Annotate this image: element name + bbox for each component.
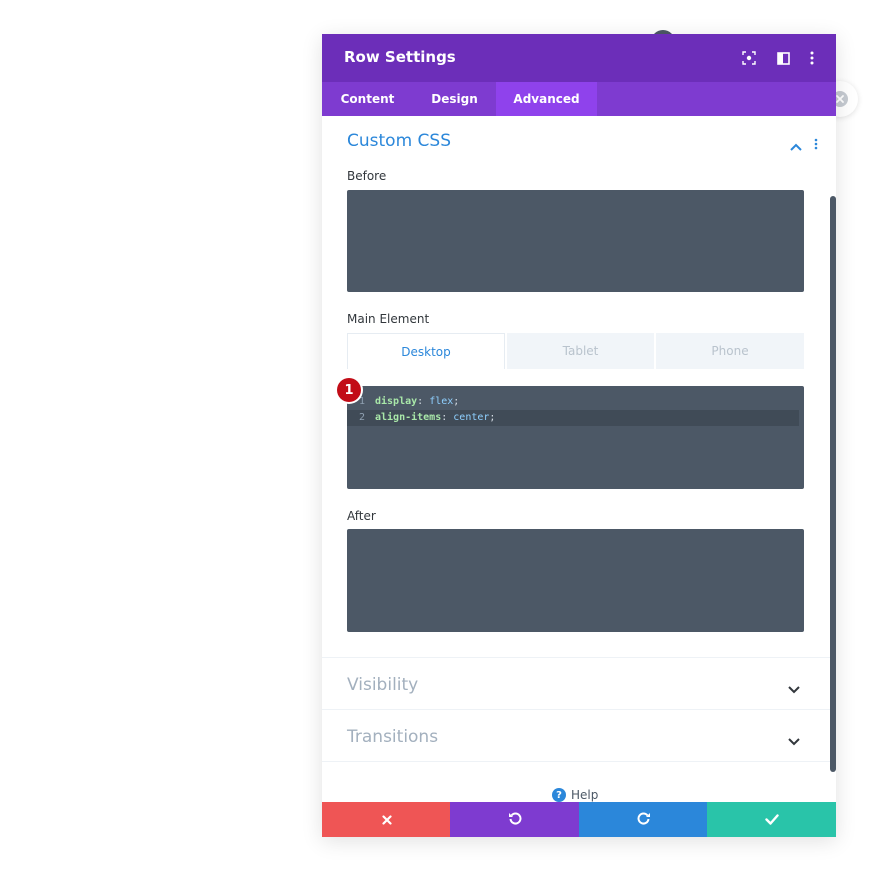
modal-header: Row Settings bbox=[322, 34, 836, 82]
main-element-css-editor[interactable]: 1 display: flex; 2 align-items: center; bbox=[347, 386, 804, 489]
tab-advanced[interactable]: Advanced bbox=[496, 82, 597, 116]
help-link[interactable]: ? Help bbox=[552, 788, 598, 802]
scrollbar[interactable] bbox=[830, 196, 836, 772]
before-label: Before bbox=[347, 169, 387, 183]
custom-css-title[interactable]: Custom CSS bbox=[347, 131, 451, 151]
after-css-editor[interactable] bbox=[347, 529, 804, 632]
undo-button[interactable] bbox=[450, 802, 579, 837]
more-vertical-icon[interactable] bbox=[804, 50, 820, 66]
device-tab-bar: Desktop Tablet Phone bbox=[347, 333, 804, 369]
settings-tab-bar: Content Design Advanced bbox=[322, 82, 836, 116]
annotation-badge: 1 bbox=[337, 378, 361, 402]
modal-footer bbox=[322, 802, 836, 837]
undo-icon bbox=[508, 810, 522, 829]
code-line: 1 display: flex; bbox=[358, 396, 460, 407]
save-check-icon bbox=[764, 810, 779, 829]
section-divider bbox=[322, 709, 830, 710]
focus-icon[interactable] bbox=[741, 50, 757, 66]
chevron-down-icon[interactable] bbox=[788, 731, 802, 746]
tab-desktop[interactable]: Desktop bbox=[347, 333, 505, 369]
help-icon: ? bbox=[552, 788, 566, 802]
before-css-editor[interactable] bbox=[347, 190, 804, 292]
transitions-title[interactable]: Transitions bbox=[347, 727, 438, 747]
tab-content[interactable]: Content bbox=[322, 82, 413, 116]
tab-phone[interactable]: Phone bbox=[656, 333, 804, 369]
section-more-icon[interactable] bbox=[814, 135, 818, 154]
chevron-down-icon[interactable] bbox=[788, 679, 802, 694]
help-label: Help bbox=[571, 788, 599, 802]
main-element-label: Main Element bbox=[347, 312, 430, 326]
redo-icon bbox=[637, 810, 651, 829]
save-button[interactable] bbox=[707, 802, 836, 837]
tab-tablet[interactable]: Tablet bbox=[507, 333, 654, 369]
redo-button[interactable] bbox=[579, 802, 708, 837]
tab-design[interactable]: Design bbox=[413, 82, 496, 116]
chevron-up-icon[interactable] bbox=[790, 136, 802, 155]
row-settings-modal: Row Settings Content Design Advanced Cus… bbox=[322, 34, 836, 837]
cancel-icon bbox=[381, 810, 392, 829]
visibility-title[interactable]: Visibility bbox=[347, 675, 418, 695]
cancel-button[interactable] bbox=[322, 802, 451, 837]
after-label: After bbox=[347, 509, 376, 523]
section-divider bbox=[322, 657, 830, 658]
split-view-icon[interactable] bbox=[775, 50, 791, 66]
code-line: 2 align-items: center; bbox=[347, 410, 799, 426]
modal-title: Row Settings bbox=[344, 48, 456, 66]
section-divider bbox=[322, 761, 830, 762]
